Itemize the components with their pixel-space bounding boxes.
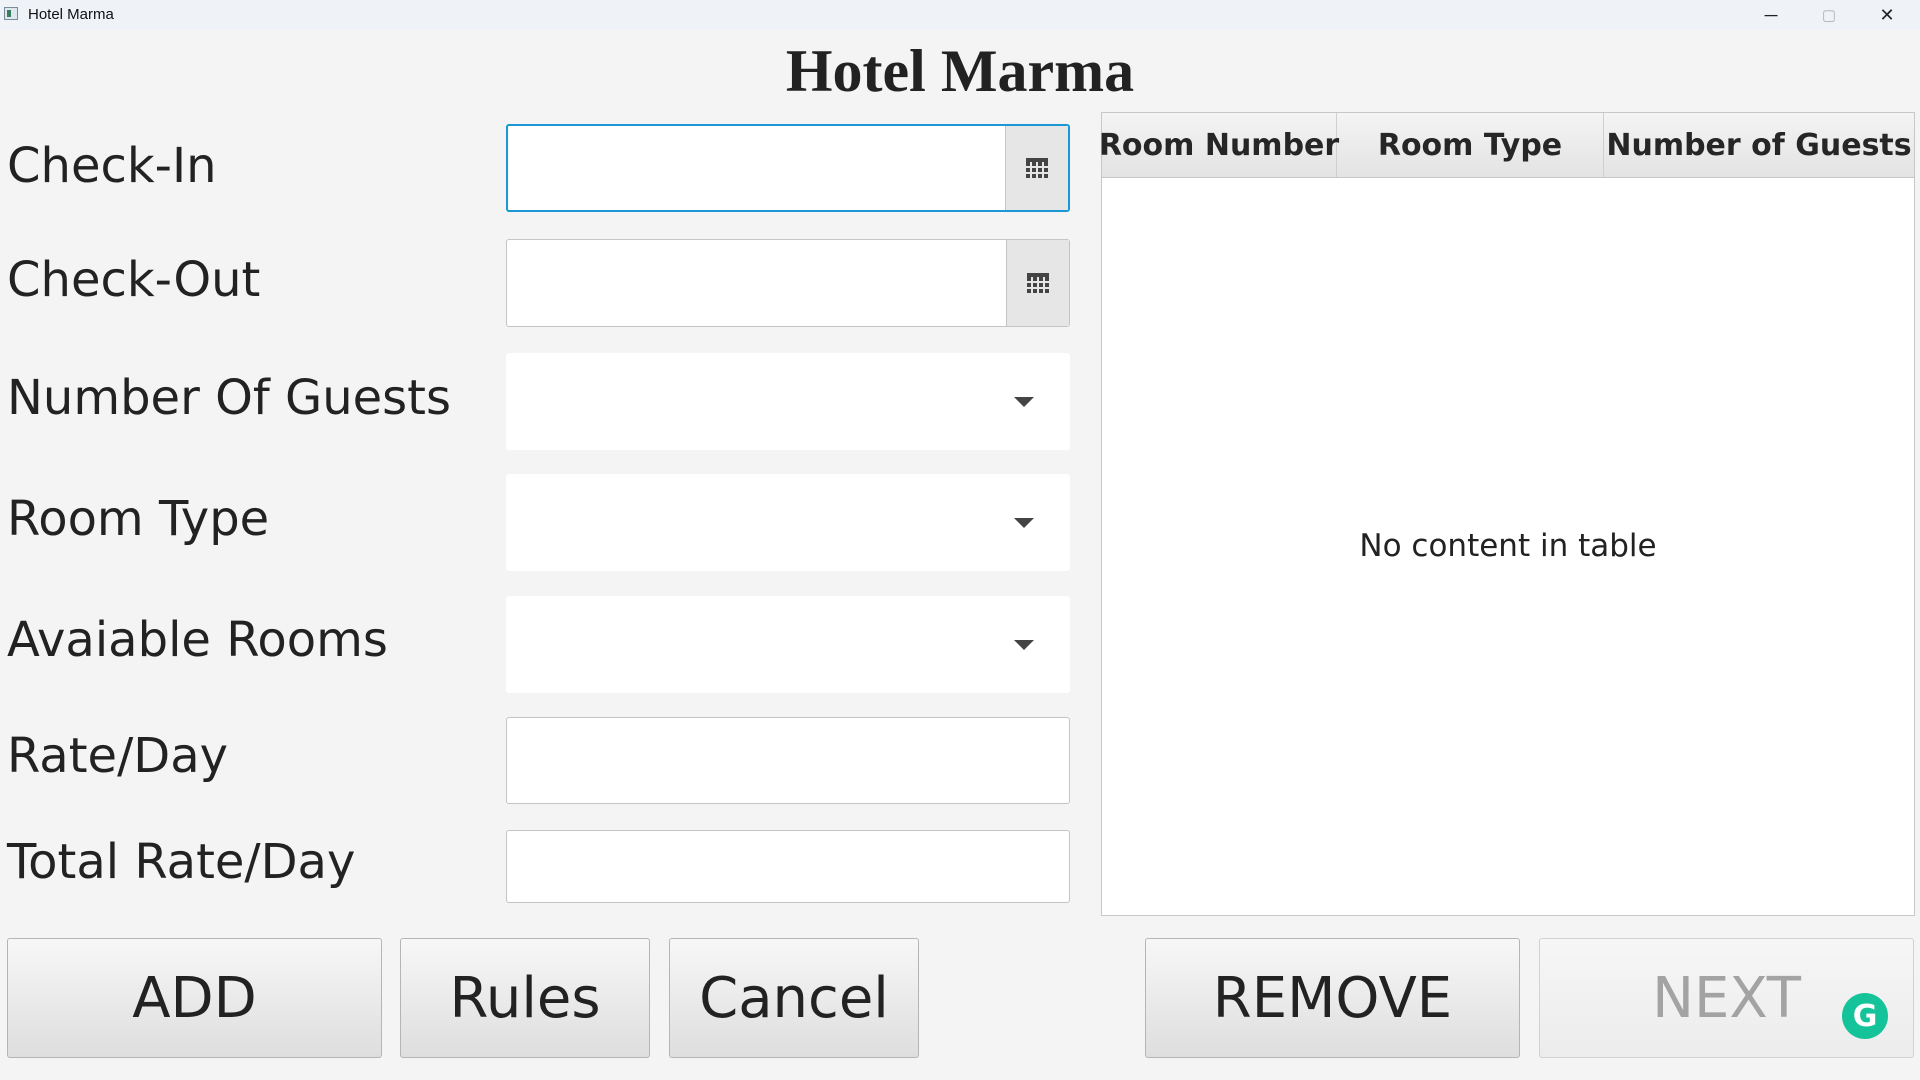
check-out-calendar-button[interactable] (1006, 240, 1069, 326)
close-button[interactable]: ✕ (1858, 0, 1916, 30)
chevron-down-icon (1014, 517, 1034, 528)
grammarly-icon[interactable]: G (1842, 993, 1888, 1039)
check-in-date-picker[interactable] (506, 124, 1070, 212)
available-rooms-select[interactable] (506, 596, 1070, 693)
window-title: Hotel Marma (28, 6, 114, 23)
check-in-label: Check-In (7, 138, 217, 194)
check-out-label: Check-Out (7, 252, 261, 308)
available-rooms-label: Avaiable Rooms (7, 612, 388, 668)
window-titlebar: Hotel Marma ─ ▢ ✕ (0, 0, 1920, 30)
calendar-icon (1027, 273, 1049, 293)
total-rate-day-input[interactable] (506, 830, 1070, 903)
number-of-guests-label: Number Of Guests (7, 370, 451, 426)
cancel-button[interactable]: Cancel (669, 938, 919, 1058)
app-icon (4, 7, 18, 20)
column-header-number-of-guests[interactable]: Number of Guests (1604, 113, 1914, 177)
maximize-button[interactable]: ▢ (1800, 0, 1858, 30)
chevron-down-icon (1014, 639, 1034, 650)
column-header-room-number[interactable]: Room Number (1099, 113, 1339, 177)
room-type-label: Room Type (7, 491, 270, 547)
total-rate-day-label: Total Rate/Day (7, 834, 356, 890)
minimize-button[interactable]: ─ (1742, 0, 1800, 30)
table-empty-message: No content in table (1359, 528, 1657, 564)
add-button[interactable]: ADD (7, 938, 382, 1058)
page-title: Hotel Marma (785, 38, 1135, 104)
table-header: Room Number Room Type Number of Guests (1099, 113, 1914, 178)
column-header-room-type[interactable]: Room Type (1337, 113, 1604, 177)
rooms-table[interactable]: Room Number Room Type Number of Guests N… (1099, 112, 1915, 916)
check-in-calendar-button[interactable] (1005, 126, 1068, 210)
rules-button[interactable]: Rules (400, 938, 650, 1058)
rate-day-input[interactable] (506, 717, 1070, 804)
remove-button[interactable]: REMOVE (1145, 938, 1520, 1058)
chevron-down-icon (1014, 396, 1034, 407)
check-out-date-picker[interactable] (506, 239, 1070, 327)
number-of-guests-select[interactable] (506, 353, 1070, 450)
room-type-select[interactable] (506, 474, 1070, 571)
calendar-icon (1026, 158, 1048, 178)
rate-day-label: Rate/Day (7, 728, 229, 784)
